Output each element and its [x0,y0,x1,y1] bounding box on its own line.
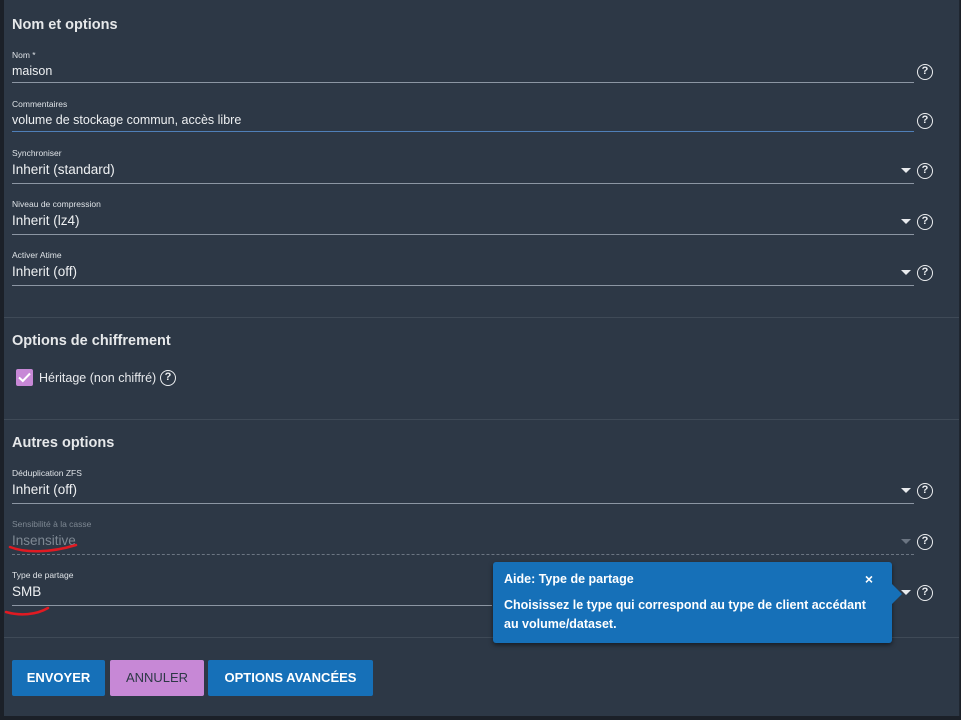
share-type-chevron-down-icon[interactable] [901,590,911,595]
atime-help-icon[interactable]: ? [917,265,933,281]
comments-help-icon[interactable]: ? [917,113,933,129]
inherit-encryption-checkbox[interactable] [16,369,33,386]
tooltip-close-icon[interactable]: × [865,571,873,587]
dedup-help-icon[interactable]: ? [917,483,933,499]
compression-select-underline [12,234,914,235]
cancel-button[interactable]: ANNULER [110,660,204,696]
name-field-label: Nom * [12,50,36,60]
tooltip-arrow [892,584,902,604]
compression-chevron-down-icon[interactable] [901,219,911,224]
comments-input[interactable]: volume de stockage commun, accès libre [12,113,241,127]
dataset-form-panel: Nom et options Nom * maison ? Commentair… [4,0,960,716]
dedup-select[interactable]: Inherit (off) [12,482,77,497]
name-input-underline [12,82,914,83]
compression-help-icon[interactable]: ? [917,214,933,230]
atime-select-underline [12,285,914,286]
atime-chevron-down-icon[interactable] [901,270,911,275]
comments-field-label: Commentaires [12,99,68,109]
red-annotation-marks [4,543,78,616]
sync-select-underline [12,183,914,184]
inherit-encryption-label[interactable]: Héritage (non chiffré) [39,371,156,385]
dedup-chevron-down-icon[interactable] [901,488,911,493]
section-divider [4,317,959,318]
dedup-select-underline [12,503,914,504]
help-tooltip: Aide: Type de partage × Choisissez le ty… [493,562,902,643]
name-help-icon[interactable]: ? [917,64,933,80]
compression-field-label: Niveau de compression [12,199,101,209]
tooltip-title: Aide: Type de partage [504,572,634,586]
sync-help-icon[interactable]: ? [917,163,933,179]
dedup-field-label: Déduplication ZFS [12,468,82,478]
case-sensitivity-chevron-down-icon [901,539,911,544]
encryption-help-icon[interactable]: ? [160,370,176,386]
share-type-help-icon[interactable]: ? [917,585,933,601]
section-title-name-options: Nom et options [12,17,118,33]
sync-chevron-down-icon[interactable] [901,168,911,173]
section-divider [4,419,959,420]
sync-field-label: Synchroniser [12,148,62,158]
comments-input-underline [12,131,914,132]
section-title-other-options: Autres options [12,435,115,451]
name-input[interactable]: maison [12,64,52,78]
sync-select[interactable]: Inherit (standard) [12,162,115,177]
checkmark-icon [18,372,31,383]
atime-field-label: Activer Atime [12,250,62,260]
case-sensitivity-field-label: Sensibilité à la casse [12,519,92,529]
submit-button[interactable]: ENVOYER [12,660,105,696]
compression-select[interactable]: Inherit (lz4) [12,213,80,228]
case-sensitivity-help-icon[interactable]: ? [917,534,933,550]
tooltip-body: Choisissez le type qui correspond au typ… [504,598,866,631]
case-sensitivity-underline [12,554,914,555]
section-title-encryption: Options de chiffrement [12,333,171,349]
atime-select[interactable]: Inherit (off) [12,264,77,279]
advanced-options-button[interactable]: OPTIONS AVANCÉES [208,660,373,696]
